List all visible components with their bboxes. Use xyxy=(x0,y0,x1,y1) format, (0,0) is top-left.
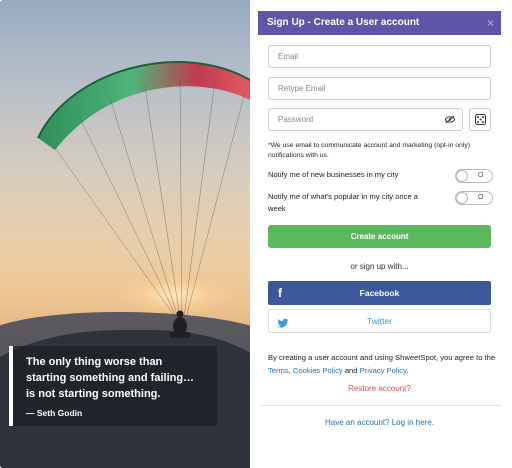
toggle-knob xyxy=(456,192,468,204)
password-field[interactable]: Password xyxy=(268,108,463,131)
divider xyxy=(260,405,502,406)
restore-account-link[interactable]: Restore account? xyxy=(268,384,491,393)
password-placeholder: Password xyxy=(278,115,314,124)
modal-title: Sign Up - Create a User account xyxy=(267,17,420,28)
facebook-signup-button[interactable]: f Facebook xyxy=(268,281,491,305)
dice-icon xyxy=(474,114,486,125)
signup-panel: Sign Up - Create a User account × Email … xyxy=(250,0,512,468)
quote-author: — Seth Godin xyxy=(26,408,83,418)
notify-new-businesses-toggle[interactable]: O xyxy=(455,169,493,183)
quote-card: The only thing worse than starting somet… xyxy=(9,346,217,426)
terms-prefix: By creating a user account and using Shw… xyxy=(268,353,496,362)
notify-new-businesses-row: Notify me of new businesses in my city O xyxy=(268,169,493,183)
login-link[interactable]: Have an account? Log in here. xyxy=(268,418,491,427)
terms-suffix: . xyxy=(406,366,409,375)
notify-popular-row: Notify me of what's popular in my city o… xyxy=(268,191,493,215)
retype-email-field[interactable]: Retype Email xyxy=(268,77,491,100)
generate-password-button[interactable] xyxy=(469,108,491,131)
toggle-knob xyxy=(456,170,468,182)
privacy-policy-link[interactable]: Privacy Policy xyxy=(360,366,407,375)
toggle-state: O xyxy=(478,172,484,179)
terms-sep: and xyxy=(342,366,360,375)
facebook-label: Facebook xyxy=(359,288,400,298)
cookies-policy-link[interactable]: Cookies Policy xyxy=(293,366,343,375)
notify-popular-label: Notify me of what's popular in my city o… xyxy=(268,192,419,213)
or-sign-up-text: or sign up with... xyxy=(350,262,409,271)
signup-modal: The only thing worse than starting somet… xyxy=(0,0,512,468)
toggle-state: O xyxy=(478,194,484,201)
terms-link[interactable]: Terms xyxy=(268,366,289,375)
facebook-icon: f xyxy=(278,286,282,300)
twitter-signup-button[interactable]: Twitter xyxy=(268,309,491,333)
close-icon[interactable]: × xyxy=(487,11,494,35)
modal-header: Sign Up - Create a User account × xyxy=(258,11,501,35)
hero-image: The only thing worse than starting somet… xyxy=(0,0,250,468)
quote-text: The only thing worse than starting somet… xyxy=(26,356,195,400)
notify-popular-toggle[interactable]: O xyxy=(455,191,493,205)
email-usage-note: *We use email to communicate account and… xyxy=(268,142,470,159)
terms-text: By creating a user account and using Shw… xyxy=(268,351,496,377)
create-account-button[interactable]: Create account xyxy=(268,225,491,248)
email-field[interactable]: Email xyxy=(268,45,491,68)
notify-new-businesses-label: Notify me of new businesses in my city xyxy=(268,170,399,179)
twitter-icon xyxy=(277,315,289,337)
show-password-icon[interactable] xyxy=(445,109,455,138)
twitter-label: Twitter xyxy=(366,316,393,326)
